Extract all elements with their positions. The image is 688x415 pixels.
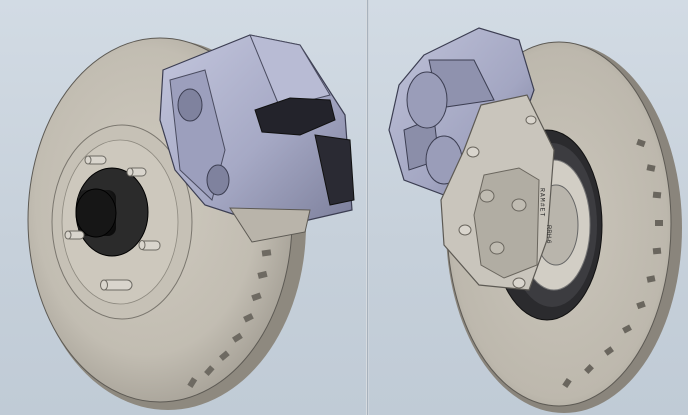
bracket-stamp-text: RRH-6 [545, 225, 551, 244]
bracket-marking-text: RAM#ET [539, 188, 546, 217]
hub-left[interactable] [75, 167, 149, 257]
right-model[interactable]: RAM#ET RRH-6 [369, 0, 688, 415]
left-viewport[interactable] [0, 0, 366, 415]
right-viewport[interactable]: RAM#ET RRH-6 [369, 0, 688, 415]
graphics-area[interactable]: RAM#ET RRH-6 [0, 0, 688, 415]
left-model[interactable] [0, 0, 366, 415]
